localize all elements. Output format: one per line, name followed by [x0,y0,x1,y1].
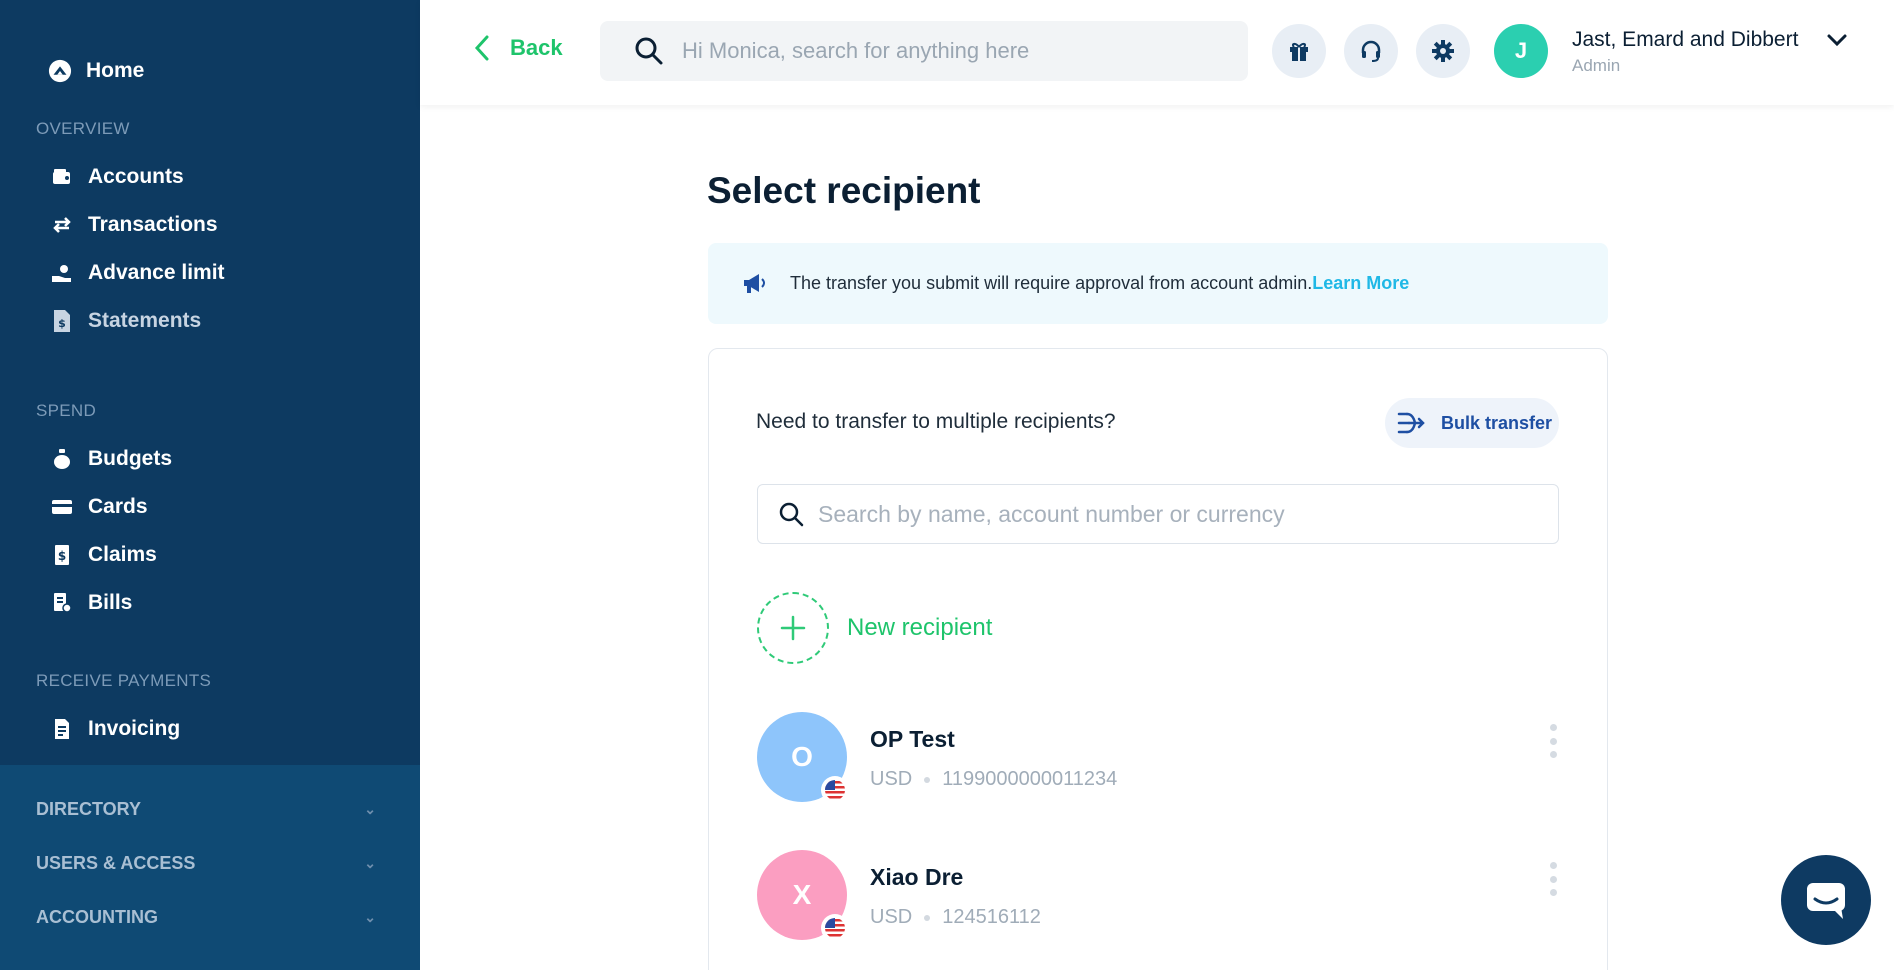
dollar-document-icon: $ [50,309,74,333]
sidebar-group-directory[interactable]: DIRECTORY ⌄ [36,794,376,824]
us-flag-icon [821,776,849,804]
recipient-search-placeholder: Search by name, account number or curren… [818,500,1285,527]
sidebar-item-label: Budgets [88,447,172,470]
sidebar-item-cards[interactable]: Cards [50,492,148,522]
sidebar-item-transactions[interactable]: Transactions [50,210,218,240]
sidebar: Home OVERVIEW Accounts Transactions Adva… [0,0,420,970]
plus-icon [757,592,829,664]
swap-arrows-icon [50,213,74,237]
chat-button[interactable] [1781,855,1871,945]
sidebar-item-label: Accounts [88,165,184,188]
sidebar-item-home[interactable]: Home [48,56,144,86]
recipient-account: 1199000000011234 [942,768,1118,790]
search-icon [635,37,663,65]
sidebar-item-invoicing[interactable]: Invoicing [50,714,180,744]
headset-icon [1361,40,1381,62]
more-options-icon[interactable] [1547,724,1559,758]
megaphone-icon [742,272,768,296]
notice-text: The transfer you submit will require app… [790,273,1313,293]
org-role: Admin [1572,56,1621,75]
chevron-down-icon[interactable] [1826,32,1848,48]
chevron-down-icon: ⌄ [364,800,376,817]
sidebar-item-label: Claims [88,543,157,566]
new-recipient-label: New recipient [847,614,993,641]
home-logo-icon [48,59,72,83]
page-title: Select recipient [707,170,981,211]
more-options-icon[interactable] [1547,862,1559,896]
sidebar-item-budgets[interactable]: Budgets [50,444,172,474]
recipient-search-input[interactable]: Search by name, account number or curren… [757,484,1559,544]
sidebar-group-label: DIRECTORY [36,798,142,819]
invoice-icon [50,717,74,741]
new-recipient-button[interactable]: New recipient [757,592,992,664]
sidebar-group-accounting[interactable]: ACCOUNTING ⌄ [36,902,376,932]
sidebar-item-advance-limit[interactable]: Advance limit [50,258,225,288]
global-search-placeholder: Hi Monica, search for anything here [682,38,1030,63]
sidebar-item-label: Home [86,59,145,82]
svg-text:$: $ [58,317,66,330]
bulk-transfer-label: Bulk transfer [1441,412,1553,433]
user-avatar[interactable]: J [1494,24,1548,78]
receipt-dollar-icon: $ [50,543,74,567]
global-search-input[interactable]: Hi Monica, search for anything here [600,21,1248,81]
chevron-down-icon: ⌄ [364,854,376,871]
section-label-spend: SPEND [36,401,97,420]
chevron-down-icon: ⌄ [364,908,376,925]
separator-dot [924,914,931,921]
sidebar-item-label: Transactions [88,213,218,236]
bulk-transfer-icon [1397,412,1425,434]
sidebar-item-label: Cards [88,495,148,518]
back-label: Back [510,35,563,60]
recipient-currency: USD [870,768,913,790]
gift-button[interactable] [1272,24,1326,78]
money-bag-icon [50,447,74,471]
svg-text:$: $ [58,549,66,563]
sidebar-group-label: ACCOUNTING [36,906,158,927]
us-flag-icon [821,914,849,942]
sidebar-group-users-access[interactable]: USERS & ACCESS ⌄ [36,848,376,878]
org-name[interactable]: Jast, Emard and Dibbert [1572,28,1798,52]
sidebar-item-bills[interactable]: Bills [50,588,132,618]
bill-icon [50,591,74,615]
search-icon [779,502,804,527]
sidebar-group-label: USERS & ACCESS [36,852,196,873]
recipient-currency: USD [870,906,913,928]
recipient-name: Xiao Dre [870,864,964,890]
sidebar-item-label: Invoicing [88,717,181,740]
recipient-meta: USD 124516112 [870,906,1041,929]
gift-icon [1290,43,1308,61]
chevron-left-icon [474,35,489,61]
multi-recipient-text: Need to transfer to multiple recipients? [756,410,1116,433]
support-button[interactable] [1344,24,1398,78]
separator-dot [924,776,931,783]
sidebar-item-label: Bills [88,591,133,614]
hand-coin-icon [50,261,74,285]
back-button[interactable]: Back [474,34,563,62]
learn-more-link[interactable]: Learn More [1312,273,1409,294]
sidebar-item-claims[interactable]: $ Claims [50,540,157,570]
sidebar-item-accounts[interactable]: Accounts [50,162,184,192]
recipient-meta: USD 1199000000011234 [870,768,1117,791]
settings-button[interactable] [1416,24,1470,78]
recipient-row[interactable]: O OP Test USD 1199000000011234 [757,712,1559,804]
sidebar-item-statements[interactable]: $ Statements [50,306,201,336]
recipient-account: 124516112 [942,906,1041,928]
approval-notice: The transfer you submit will require app… [708,243,1608,324]
recipient-row[interactable]: X Xiao Dre USD 124516112 [757,850,1559,942]
gear-icon [1432,40,1454,62]
bulk-transfer-button[interactable]: Bulk transfer [1385,398,1559,448]
section-label-receive-payments: RECEIVE PAYMENTS [36,671,212,690]
sidebar-item-label: Statements [88,309,202,332]
card-icon [50,495,74,519]
wallet-icon [50,165,74,189]
sidebar-item-label: Advance limit [88,261,225,284]
section-label-overview: OVERVIEW [36,119,130,138]
recipient-name: OP Test [870,726,955,752]
chat-bubble-icon [1807,883,1845,919]
sidebar-nav [0,0,420,765]
